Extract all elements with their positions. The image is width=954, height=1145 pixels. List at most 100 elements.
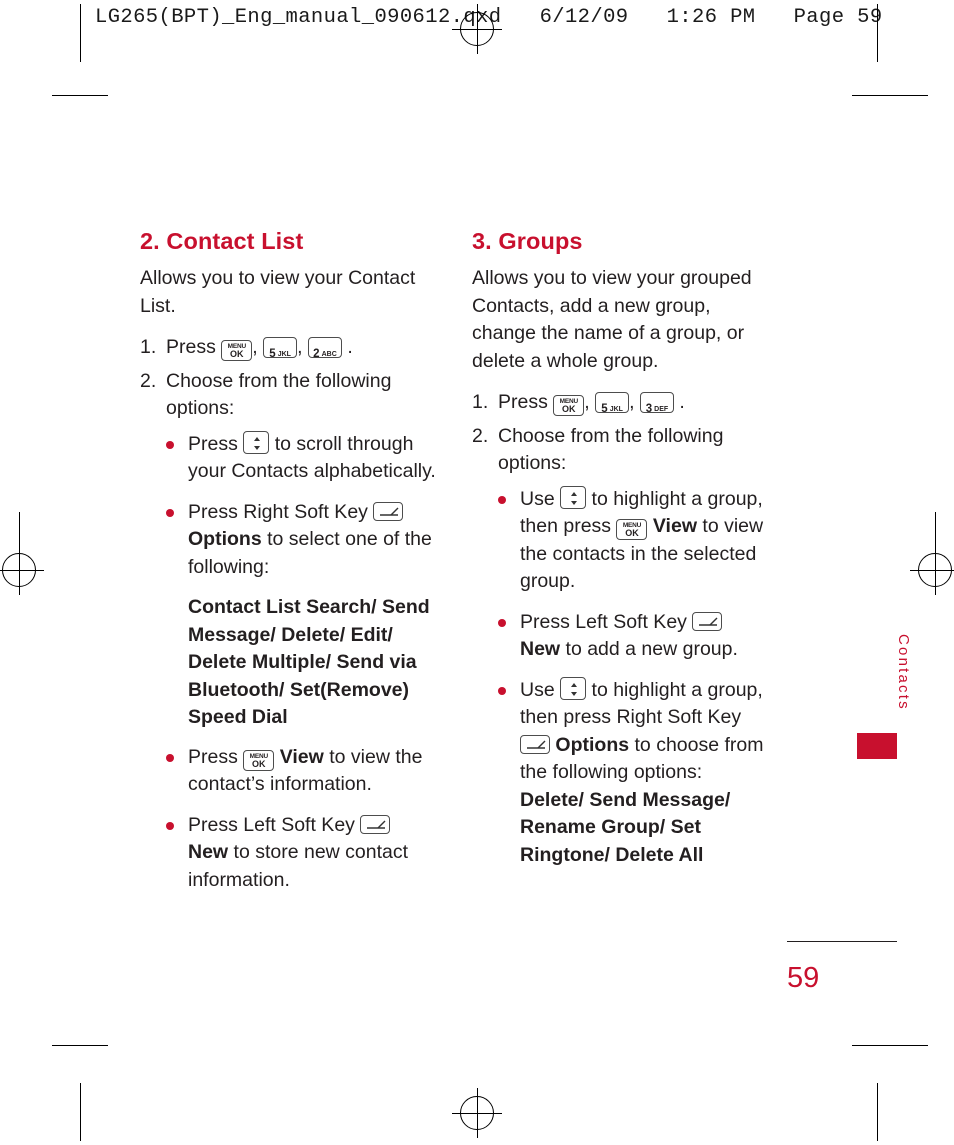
bullet-list-contact-list-2: Press MENU OK View to view the contact’s … [140, 744, 436, 895]
right-soft-key-icon [520, 734, 550, 754]
step-1-groups: 1. Press MENU OK, 5 JKL, 3 DEF . [472, 389, 768, 417]
column-groups: 3. Groups Allows you to view your groupe… [472, 228, 768, 882]
menu-ok-key-icon: MENU OK [221, 340, 253, 361]
registration-mark-bottom [452, 1088, 502, 1138]
list-item: Press MENU OK View to view the contact’s … [166, 744, 436, 799]
page-number-rule [787, 941, 897, 942]
section-title-contact-list: 2. Contact List [140, 228, 304, 254]
registration-mark-top [452, 4, 502, 54]
bullet-lead: Press Left Soft Key [520, 610, 687, 633]
list-item: Use to highlight a group, then press Rig… [498, 676, 768, 870]
step-number: 2. [472, 424, 489, 447]
bullet-lead: Use [520, 487, 555, 510]
registration-mark-right [910, 545, 954, 595]
menu-ok-key-label-bottom: OK [562, 404, 576, 414]
menu-ok-key-icon: MENU OK [243, 749, 275, 771]
crop-mark-bottom-right-vertical [877, 1083, 878, 1141]
section-title-groups: 3. Groups [472, 228, 583, 254]
intro-groups: Allows you to view your grouped Contacts… [472, 267, 752, 372]
comma-separator-2: , [297, 336, 303, 358]
bullet-bold: Options [188, 528, 262, 550]
side-tab-label: Contacts [895, 634, 912, 711]
scroll-up-down-key-icon [243, 430, 270, 454]
groups-options-block: Delete/ Send Message/ Rename Group/ Set … [520, 788, 731, 866]
page-number: 59 [787, 962, 820, 994]
two-abc-key-icon: 2 ABC [307, 337, 342, 360]
two-key-sub: ABC [321, 350, 337, 358]
step-text: Press [498, 391, 548, 413]
bullet-lead: Press Left Soft Key [188, 813, 355, 836]
five-jkl-key-icon: 5 JKL [263, 337, 298, 360]
list-item: Press Right Soft Key Options to select o… [166, 499, 436, 582]
five-key-sub: JKL [277, 350, 291, 358]
step-text-after: . [679, 391, 685, 413]
five-jkl-key-icon: 5 JKL [595, 392, 630, 415]
list-item: Press to scroll through your Contacts al… [166, 430, 436, 486]
list-item: Use to highlight a group, then press MEN… [498, 485, 768, 596]
left-soft-key-icon [692, 611, 723, 631]
crop-mark-bottom-left-vertical [80, 1083, 81, 1141]
bullet-tail: to add a new group. [565, 638, 738, 660]
crop-mark-right-top-horizontal [852, 95, 928, 96]
bullet-dot-icon [166, 753, 174, 762]
menu-ok-key-label-bottom: OK [252, 758, 266, 769]
bullet-dot-icon [498, 686, 506, 695]
step-text-after: . [347, 336, 353, 358]
right-soft-key-icon [373, 501, 404, 521]
step-text: Press [166, 336, 216, 358]
bullet-dot-icon [498, 618, 506, 627]
registration-mark-left [0, 545, 44, 595]
two-key-digit: 2 [313, 348, 320, 360]
column-contact-list: 2. Contact List Allows you to view your … [140, 228, 436, 907]
menu-ok-key-icon: MENU OK [616, 519, 648, 540]
bullet-dot-icon [166, 821, 174, 830]
left-soft-key-icon [360, 814, 391, 834]
crop-mark-top-left-vertical [80, 4, 81, 62]
menu-ok-key-label-bottom: OK [625, 528, 639, 538]
step-1-contact-list: 1. Press MENU OK, 5 JKL, 2 ABC . [140, 334, 436, 362]
list-item: Press Left Soft Key New to store new con… [166, 812, 436, 895]
step-number: 1. [140, 336, 157, 358]
bullet-dot-icon [166, 508, 174, 517]
step-2-contact-list: 2. Choose from the following options: [140, 368, 436, 423]
scroll-up-down-key-icon [560, 676, 587, 700]
crop-mark-left-bottom-horizontal [52, 1045, 108, 1046]
bullet-bold: View [652, 515, 697, 537]
manual-page: LG265(BPT)_Eng_manual_090612.qxd 6/12/09… [0, 0, 954, 1145]
comma-separator-1: , [252, 336, 258, 358]
three-def-key-icon: 3 DEF [639, 392, 674, 415]
bullet-lead: Press Right Soft Key [188, 500, 368, 523]
crop-mark-right-bottom-horizontal [852, 1045, 928, 1046]
list-item: Press Left Soft Key New to add a new gro… [498, 609, 768, 664]
five-key-digit: 5 [269, 348, 276, 360]
bullet-bold: New [188, 841, 229, 863]
bullet-bold: New [520, 638, 561, 660]
three-key-sub: DEF [654, 405, 669, 413]
step-2-groups: 2. Choose from the following options: [472, 423, 768, 478]
bullet-dot-icon [166, 440, 174, 449]
step-number: 1. [472, 391, 489, 413]
bullet-lead: Press [188, 745, 238, 768]
comma-separator-2: , [629, 391, 635, 413]
bullet-bold: Options [555, 733, 630, 756]
crop-mark-left-top-horizontal [52, 95, 108, 96]
three-key-digit: 3 [645, 403, 653, 415]
step-text: Choose from the following options: [166, 369, 392, 420]
bullet-dot-icon [498, 495, 506, 504]
crop-mark-top-right-vertical [877, 4, 878, 62]
step-text: Choose from the following options: [498, 424, 724, 475]
comma-separator-1: , [584, 391, 590, 413]
five-key-digit: 5 [601, 403, 608, 415]
contact-list-options-block: Contact List Search/ Send Message/ Delet… [188, 596, 430, 728]
step-number: 2. [140, 369, 157, 392]
intro-contact-list: Allows you to view your Contact List. [140, 267, 416, 317]
scroll-up-down-key-icon [560, 485, 587, 509]
bullet-bold: View [279, 745, 324, 768]
five-key-sub: JKL [609, 405, 623, 413]
bullet-lead: Use [520, 678, 555, 701]
side-tab-marker [857, 733, 897, 759]
bullet-list-groups: Use to highlight a group, then press MEN… [472, 485, 768, 870]
bullet-lead: Press [188, 432, 238, 455]
menu-ok-key-icon: MENU OK [553, 395, 585, 416]
bullet-list-contact-list: Press to scroll through your Contacts al… [140, 430, 436, 582]
